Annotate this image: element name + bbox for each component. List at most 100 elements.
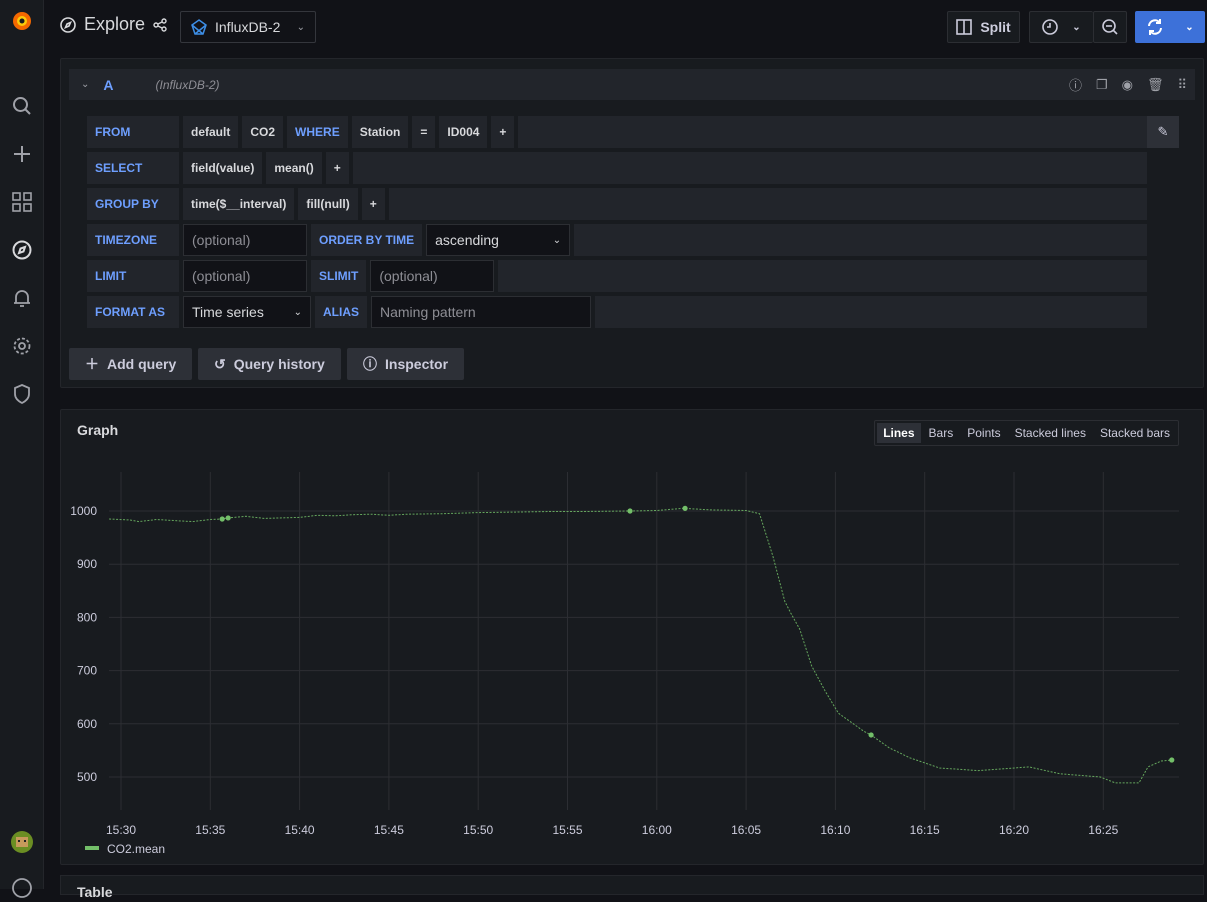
datasource-picker[interactable]: InfluxDB-2 ⌄ xyxy=(180,11,316,43)
x-tick-label: 16:05 xyxy=(731,823,761,837)
x-tick-label: 15:55 xyxy=(552,823,582,837)
shield-icon[interactable] xyxy=(8,380,36,408)
table-panel-title: Table xyxy=(77,884,113,900)
series-line-CO2.mean xyxy=(109,507,1172,784)
graph-panel: Graph Lines Bars Points Stacked lines Stacke… xyxy=(60,409,1204,865)
y-tick-label: 900 xyxy=(77,557,97,571)
limit-input[interactable]: (optional) xyxy=(183,260,307,292)
datasource-name: InfluxDB-2 xyxy=(215,19,281,35)
order-by-time-select[interactable]: ascending ⌄ xyxy=(426,224,571,256)
chevron-down-icon: ⌄ xyxy=(1072,21,1081,33)
order-value: ascending xyxy=(435,232,499,248)
share-icon[interactable] xyxy=(153,17,167,32)
timezone-label: TIMEZONE xyxy=(87,224,179,256)
query-ref-id[interactable]: A xyxy=(103,77,113,93)
zoom-out-icon xyxy=(1102,19,1118,35)
x-tick-label: 16:15 xyxy=(910,823,940,837)
split-icon xyxy=(956,19,973,35)
chevron-down-icon: ⌄ xyxy=(296,21,305,33)
graph-chart[interactable]: 500 600 700 800 900 1000 15:30 15:35 15:40 15:45 1… xyxy=(61,410,1205,866)
collapse-chevron-icon[interactable]: ⌄ xyxy=(81,79,89,90)
add-query-label: Add query xyxy=(107,356,177,372)
query-row-header: ⌄ A (InfluxDB-2) ⓘ ❐ ◉ 🗑︎ ⠿ xyxy=(69,69,1195,100)
page-title-text: Explore xyxy=(84,14,146,34)
chevron-down-icon[interactable]: ⌄ xyxy=(1185,22,1193,33)
add-query-button[interactable]: ＋ Add query xyxy=(69,348,193,380)
clock-icon xyxy=(1042,19,1059,35)
x-tick-label: 15:30 xyxy=(106,823,136,837)
x-tick-label: 15:50 xyxy=(463,823,493,837)
x-tick-label: 16:20 xyxy=(999,823,1029,837)
query-history-button[interactable]: ↺ Query history xyxy=(198,348,341,380)
select-function-segment[interactable]: mean() xyxy=(266,152,322,184)
history-icon: ↺ xyxy=(214,355,226,372)
data-point xyxy=(868,732,874,738)
split-button[interactable]: Split xyxy=(947,11,1020,43)
pencil-icon: ✎ xyxy=(1157,124,1169,139)
table-panel: Table xyxy=(60,875,1204,900)
row-filler xyxy=(498,260,1147,292)
help-icon[interactable]: ⓘ xyxy=(1069,75,1082,94)
group-by-label: GROUP BY xyxy=(87,188,179,220)
toggle-visibility-eye-icon[interactable]: ◉ xyxy=(1122,77,1133,93)
add-where-button[interactable]: + xyxy=(491,116,515,148)
query-history-label: Query history xyxy=(233,356,325,372)
drag-handle-icon[interactable]: ⠿ xyxy=(1177,77,1187,93)
format-as-select[interactable]: Time series ⌄ xyxy=(183,296,311,328)
x-tick-label: 15:35 xyxy=(195,823,225,837)
help-icon[interactable] xyxy=(8,874,36,902)
slimit-label: SLIMIT xyxy=(311,260,367,292)
query-datasource-hint: (InfluxDB-2) xyxy=(155,77,220,92)
alerting-bell-icon[interactable] xyxy=(8,284,36,312)
zoom-out-button[interactable] xyxy=(1093,11,1127,43)
inspector-button[interactable]: ⓘ Inspector xyxy=(347,348,465,380)
where-label: WHERE xyxy=(287,116,348,148)
x-tick-label: 15:45 xyxy=(374,823,404,837)
where-tag-segment[interactable]: Station xyxy=(351,116,409,148)
timezone-input[interactable]: (optional) xyxy=(183,224,307,256)
data-point xyxy=(682,505,688,511)
dashboards-icon[interactable] xyxy=(8,188,36,216)
where-operator-segment[interactable]: = xyxy=(412,116,436,148)
grafana-logo-icon[interactable] xyxy=(8,6,36,34)
slimit-input[interactable]: (optional) xyxy=(370,260,495,292)
search-icon[interactable] xyxy=(8,92,36,120)
select-field-segment[interactable]: field(value) xyxy=(183,152,263,184)
chevron-down-icon: ⌄ xyxy=(552,234,562,246)
page-title: Explore xyxy=(60,14,167,35)
data-point xyxy=(225,515,231,521)
limit-label: LIMIT xyxy=(87,260,179,292)
y-tick-label: 800 xyxy=(77,610,97,624)
row-filler xyxy=(352,152,1147,184)
select-label: SELECT xyxy=(87,152,179,184)
plus-icon[interactable] xyxy=(8,140,36,168)
x-tick-label: 16:00 xyxy=(642,823,672,837)
where-value-segment[interactable]: ID004 xyxy=(439,116,488,148)
group-by-fill-segment[interactable]: fill(null) xyxy=(298,188,358,220)
data-point xyxy=(1169,757,1175,763)
order-by-time-label: ORDER BY TIME xyxy=(311,224,423,256)
y-tick-label: 700 xyxy=(77,664,97,678)
data-point xyxy=(219,516,225,522)
alias-label: ALIAS xyxy=(315,296,367,328)
time-picker-button[interactable]: ⌄ xyxy=(1029,11,1093,43)
row-filler xyxy=(595,296,1147,328)
refresh-button[interactable]: ⌄ xyxy=(1135,11,1205,43)
alias-input[interactable]: Naming pattern xyxy=(371,296,591,328)
measurement-segment[interactable]: CO2 xyxy=(242,116,284,148)
add-select-button[interactable]: + xyxy=(325,152,349,184)
retention-policy-segment[interactable]: default xyxy=(183,116,239,148)
settings-gear-icon[interactable] xyxy=(8,332,36,360)
split-label: Split xyxy=(980,19,1011,35)
group-by-time-segment[interactable]: time($__interval) xyxy=(183,188,295,220)
toggle-raw-edit-button[interactable]: ✎ xyxy=(1147,116,1179,148)
add-group-by-button[interactable]: + xyxy=(361,188,385,220)
row-filler xyxy=(388,188,1147,220)
user-avatar[interactable] xyxy=(8,828,36,856)
duplicate-query-icon[interactable]: ❐ xyxy=(1096,77,1108,93)
info-icon: ⓘ xyxy=(363,356,377,372)
explore-compass-icon[interactable] xyxy=(8,236,36,264)
delete-trash-icon[interactable]: 🗑︎ xyxy=(1147,77,1164,93)
query-editor-panel: ⌄ A (InfluxDB-2) ⓘ ❐ ◉ 🗑︎ ⠿ FROM default… xyxy=(60,58,1204,388)
legend-item: CO2.mean xyxy=(107,842,165,856)
